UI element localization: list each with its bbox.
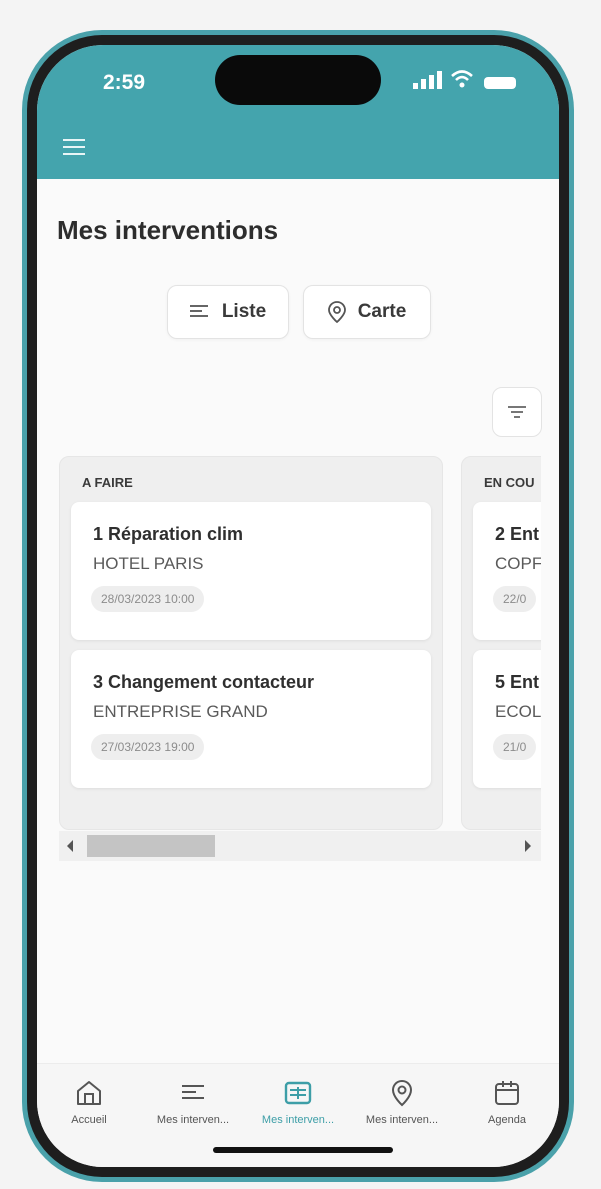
list-icon bbox=[182, 1085, 204, 1099]
horizontal-scrollbar[interactable] bbox=[59, 831, 541, 861]
card-date-badge: 21/0 bbox=[493, 734, 537, 760]
calendar-icon bbox=[495, 1081, 519, 1105]
card-date-badge: 22/0 bbox=[493, 586, 537, 612]
wifi-icon bbox=[451, 70, 473, 88]
filter-button[interactable] bbox=[492, 387, 542, 437]
list-view-button[interactable]: Liste bbox=[167, 285, 289, 339]
intervention-card[interactable]: 5 Ent ECOL 21/0 bbox=[473, 650, 541, 788]
nav-label: Accueil bbox=[71, 1114, 107, 1126]
home-indicator[interactable] bbox=[213, 1147, 393, 1153]
filter-icon bbox=[508, 406, 526, 418]
app-screen: 2:59 Mes interventions Liste Carte A FAI… bbox=[37, 45, 559, 1167]
card-title: 5 Ent bbox=[495, 672, 540, 692]
card-date-badge: 27/03/2023 19:00 bbox=[91, 734, 205, 760]
card-title: 3 Changement contacteur bbox=[93, 672, 315, 692]
intervention-card[interactable]: 3 Changement contacteur ENTREPRISE GRAND… bbox=[71, 650, 431, 788]
card-client: ECOL bbox=[495, 702, 541, 721]
nav-item-mes-interventions-kanban[interactable]: Mes interven... bbox=[246, 1078, 350, 1126]
intervention-card[interactable]: 2 Ent COPF 22/0 bbox=[473, 502, 541, 640]
map-pin-icon bbox=[327, 301, 346, 323]
battery-icon bbox=[484, 77, 516, 89]
column-title: EN COU bbox=[484, 475, 535, 490]
card-title: 2 Ent bbox=[495, 524, 540, 544]
list-icon bbox=[189, 305, 208, 320]
nav-label: Agenda bbox=[488, 1114, 526, 1126]
kanban-column-a-faire: A FAIRE 1 Réparation clim HOTEL PARIS 28… bbox=[59, 456, 443, 830]
list-view-label: Liste bbox=[221, 301, 267, 322]
kanban-board-icon bbox=[284, 1081, 312, 1105]
column-title: A FAIRE bbox=[82, 475, 133, 490]
nav-item-mes-interventions-carte[interactable]: Mes interven... bbox=[350, 1078, 454, 1126]
scroll-right-arrow-icon[interactable] bbox=[525, 840, 531, 852]
kanban-column-en-cours: EN COU 2 Ent COPF 22/0 5 Ent ECOL 21/0 bbox=[461, 456, 541, 830]
nav-item-mes-interventions-liste[interactable]: Mes interven... bbox=[141, 1078, 245, 1126]
nav-label: Mes interven... bbox=[156, 1114, 230, 1126]
card-date-badge: 28/03/2023 10:00 bbox=[91, 586, 205, 612]
nav-label: Mes interven... bbox=[261, 1114, 335, 1126]
nav-item-agenda[interactable]: Agenda bbox=[455, 1078, 559, 1126]
page-title: Mes interventions bbox=[57, 215, 279, 245]
scrollbar-thumb[interactable] bbox=[87, 835, 215, 857]
card-client: ENTREPRISE GRAND bbox=[93, 702, 268, 721]
scroll-left-arrow-icon[interactable] bbox=[67, 840, 73, 852]
home-icon bbox=[77, 1081, 101, 1105]
intervention-card[interactable]: 1 Réparation clim HOTEL PARIS 28/03/2023… bbox=[71, 502, 431, 640]
dynamic-island bbox=[215, 55, 381, 105]
card-client: HOTEL PARIS bbox=[93, 554, 204, 573]
kanban-board[interactable]: A FAIRE 1 Réparation clim HOTEL PARIS 28… bbox=[59, 456, 541, 830]
cellular-signal-icon bbox=[413, 71, 442, 89]
nav-item-accueil[interactable]: Accueil bbox=[37, 1078, 141, 1126]
nav-label: Mes interven... bbox=[365, 1114, 439, 1126]
card-client: COPF bbox=[495, 554, 541, 573]
map-pin-icon bbox=[391, 1079, 413, 1107]
hamburger-menu-icon[interactable] bbox=[63, 139, 85, 155]
status-time: 2:59 bbox=[103, 71, 146, 94]
map-view-label: Carte bbox=[357, 301, 407, 322]
app-header: 2:59 bbox=[37, 45, 559, 179]
map-view-button[interactable]: Carte bbox=[303, 285, 431, 339]
card-title: 1 Réparation clim bbox=[93, 524, 244, 544]
